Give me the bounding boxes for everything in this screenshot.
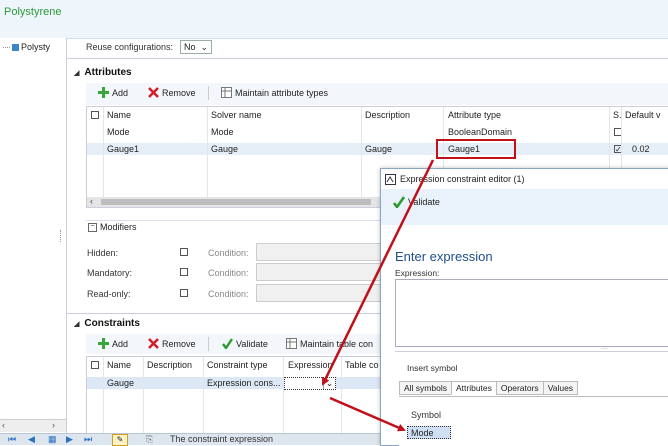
annotation-arrows (321, 159, 435, 432)
arrow-to-symbol (329, 396, 406, 432)
arrow-to-expression (321, 159, 435, 386)
